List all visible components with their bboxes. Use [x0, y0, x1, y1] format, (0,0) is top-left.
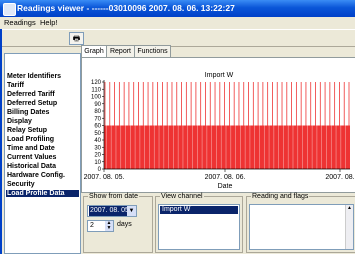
- sidebar-item-hardware-config[interactable]: Hardware Config.: [7, 172, 65, 179]
- x-tick-label: 2007. 08. 05.: [84, 174, 125, 181]
- sidebar-item-load-profiling[interactable]: Load Profiling: [7, 136, 54, 143]
- sidebar-menu[interactable]: Meter Identifiers Tariff Deferred Tariff…: [4, 53, 81, 254]
- days-stepper[interactable]: 2 ▲ ▼: [87, 220, 114, 232]
- sidebar-item-billing-dates[interactable]: Billing Dates: [7, 109, 49, 116]
- channel-item[interactable]: Import W: [160, 206, 238, 214]
- from-date-value: 2007. 08. 05.: [89, 206, 132, 216]
- sidebar-item-tariff[interactable]: Tariff: [7, 82, 24, 89]
- sidebar-item-security[interactable]: Security: [7, 181, 35, 188]
- reading-flags-label: Reading and flags: [251, 193, 310, 200]
- window-left-border: [0, 29, 2, 254]
- show-from-date-label: Show from date: [88, 193, 140, 200]
- y-tick-label: 60: [94, 124, 101, 130]
- sidebar-item-deferred-setup[interactable]: Deferred Setup: [7, 100, 57, 107]
- reading-flags-group: Reading and flags ▲: [246, 193, 355, 253]
- reading-flags-box[interactable]: ▲: [249, 204, 354, 250]
- y-tick-label: 10: [94, 160, 101, 166]
- sidebar-item-deferred-tariff[interactable]: Deferred Tariff: [7, 91, 55, 98]
- toolbar: 🖶: [0, 29, 355, 47]
- tab-report[interactable]: Report: [106, 45, 135, 57]
- menu-readings[interactable]: Readings: [4, 18, 36, 27]
- title-bar: Readings viewer - ------03010096 2007. 0…: [0, 0, 355, 17]
- chevron-down-icon[interactable]: ▼: [127, 206, 136, 216]
- chart-title: Import W: [205, 72, 234, 79]
- chart-bars: [104, 82, 351, 169]
- vertical-scrollbar[interactable]: ▲: [345, 205, 353, 249]
- x-tick-label: 2007. 08. 06.: [205, 174, 246, 181]
- chart-x-axis: 2007. 08. 05. 2007. 08. 06. 2007. 08.: [84, 168, 355, 181]
- days-value: 2: [90, 222, 94, 229]
- y-tick-label: 40: [94, 138, 101, 144]
- sidebar-item-time-and-date[interactable]: Time and Date: [7, 145, 55, 152]
- y-tick-label: 20: [94, 153, 101, 159]
- chart-x-label: Date: [218, 183, 233, 190]
- menu-bar: Readings Help!: [0, 17, 355, 29]
- spin-arrows-icon[interactable]: ▲ ▼: [105, 221, 113, 231]
- y-tick-label: 30: [94, 145, 101, 151]
- y-tick-label: 80: [94, 109, 101, 115]
- chart-base-area: [104, 125, 350, 169]
- y-tick-label: 110: [91, 87, 101, 93]
- y-tick-label: 70: [94, 116, 101, 122]
- channel-list[interactable]: Import W: [158, 204, 240, 250]
- days-label: days: [117, 221, 132, 228]
- bottom-controls: Show from date 2007. 08. 05. ▼ 2 ▲ ▼ days…: [81, 193, 355, 254]
- sidebar-item-current-values[interactable]: Current Values: [7, 154, 56, 161]
- y-tick-label: 90: [94, 102, 101, 108]
- graph-panel: Import W 0 10 20 30 40 50 60 70 80 90 100 110 120 20…: [81, 57, 355, 193]
- y-tick-label: 50: [94, 131, 101, 137]
- x-tick-label: 2007. 08.: [325, 174, 354, 181]
- from-date-combo[interactable]: 2007. 08. 05. ▼: [87, 205, 137, 217]
- y-tick-label: 0: [98, 167, 102, 173]
- sidebar-item-meter-identifiers[interactable]: Meter Identifiers: [7, 73, 61, 80]
- chart-y-axis: 01020 30405060 708090100 110120: [91, 80, 105, 173]
- y-tick-label: 120: [91, 80, 102, 86]
- view-channel-group: View channel Import W: [155, 193, 243, 253]
- app-icon: [3, 3, 16, 16]
- tab-functions[interactable]: Functions: [134, 45, 171, 57]
- sidebar-item-relay-setup[interactable]: Relay Setup: [7, 127, 47, 134]
- show-from-date-group: Show from date 2007. 08. 05. ▼ 2 ▲ ▼ days: [83, 193, 153, 253]
- view-channel-label: View channel: [160, 193, 204, 200]
- sidebar-item-historical-data[interactable]: Historical Data: [7, 163, 56, 170]
- load-profile-chart: Import W 01020 30405060 708090100 110120 20…: [84, 72, 355, 190]
- sidebar-item-load-profile-data[interactable]: Load Profile Data: [6, 190, 79, 197]
- window-title: Readings viewer - ------03010096 2007. 0…: [17, 3, 235, 13]
- sidebar-item-display[interactable]: Display: [7, 118, 32, 125]
- y-tick-label: 100: [91, 95, 102, 101]
- printer-icon[interactable]: 🖶: [69, 32, 84, 45]
- menu-help[interactable]: Help!: [40, 18, 58, 27]
